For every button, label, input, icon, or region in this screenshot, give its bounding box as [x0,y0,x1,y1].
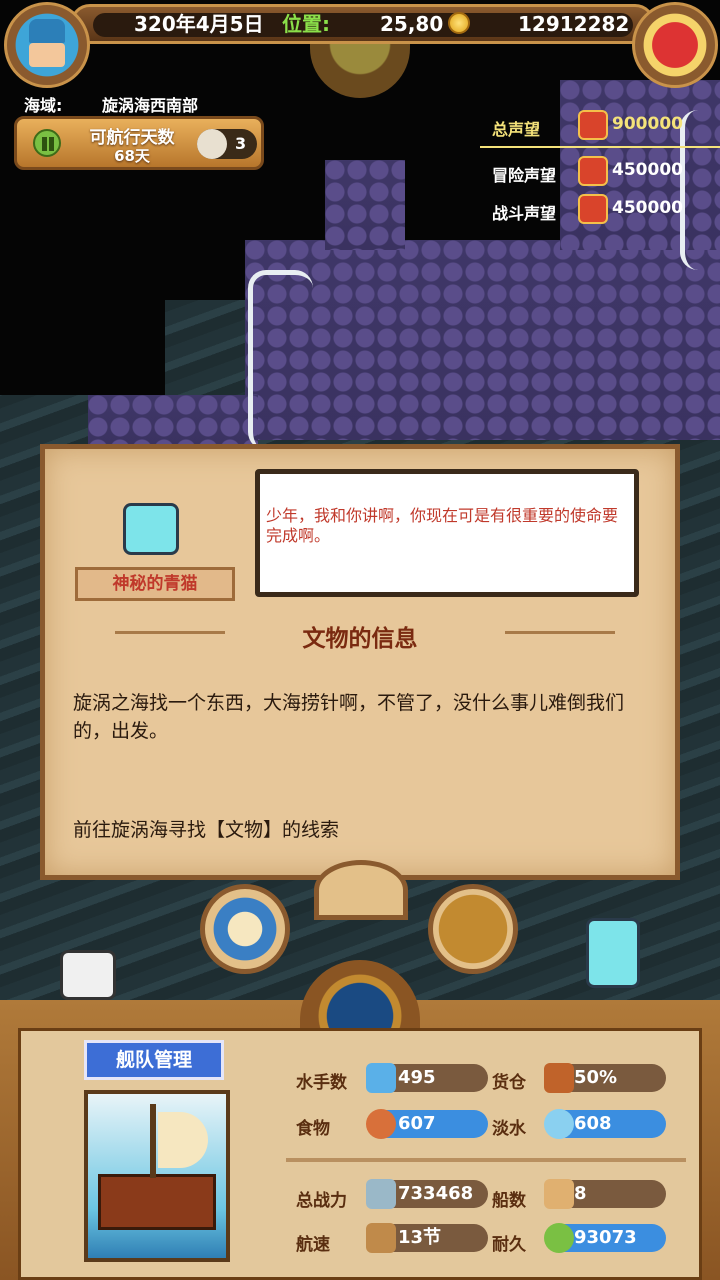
battle-reputation-label: 战斗声望 [492,204,557,223]
compass-count: 3 [235,134,247,153]
world-map-button[interactable] [428,884,518,974]
forest-island-west [88,395,258,445]
position-value: 25,80 [380,12,444,36]
speed-label: 航速 [296,1235,330,1255]
ship-sail-icon [158,1112,208,1168]
meat-icon [366,1109,396,1139]
quest-objective: 前往旋涡海寻找【文物】的线索 [73,819,340,841]
anchor-button[interactable] [314,860,408,920]
ship-mast-icon [150,1104,156,1178]
speech-bubble: 少年，我和你讲啊，你现在可是有很重要的使命要完成啊。 [255,469,639,597]
speaker-name-box: 神秘的青猫 [75,567,235,601]
player-avatar[interactable] [4,2,90,88]
sailboat-icon [366,1223,396,1253]
adventure-reputation-value: 450000 [612,160,683,180]
stats-divider [286,1158,686,1162]
speech-text: 少年，我和你讲啊，你现在可是有很重要的使命要完成啊。 [266,506,619,545]
total-reputation-icon [578,110,608,140]
sail-days-panel: 可航行天数 68天 3 [14,116,264,170]
power-value: 733468 [398,1183,474,1204]
sailors-value: 495 [398,1067,436,1088]
total-reputation-label: 总声望 [492,120,541,139]
globe-ornament [310,38,410,98]
repair-icon [544,1223,574,1253]
white-cube-mascot[interactable] [60,950,116,1000]
water-jug-icon [544,1109,574,1139]
sailors-label: 水手数 [296,1073,347,1093]
speed-value: 13节 [398,1227,442,1248]
ships-value: 8 [574,1183,587,1204]
date-text: 320年4月5日 [134,12,264,36]
telescope-button[interactable] [200,884,290,974]
water-label: 淡水 [492,1119,526,1139]
compass-icon [197,129,227,159]
forest-island [245,240,720,440]
cargo-label: 货仓 [492,1073,526,1093]
treasure-chest-button[interactable] [632,2,718,88]
durability-label: 耐久 [492,1235,526,1255]
ships-label: 船数 [492,1191,526,1211]
gold-value: 12912282 [518,12,630,36]
map-void-left2 [0,240,165,395]
battle-reputation-value: 450000 [612,198,683,218]
cargo-value: 50% [574,1067,618,1088]
quest-dialog[interactable]: 少年，我和你讲啊，你现在可是有很重要的使命要完成啊。 神秘的青猫 文物的信息 旋… [40,444,680,880]
crate-icon [544,1063,574,1093]
power-label: 总战力 [296,1191,347,1211]
region-label: 海域: [24,96,63,115]
sailor-icon [366,1063,396,1093]
dialog-title: 文物的信息 [302,626,418,652]
snow-coast [248,270,313,450]
battle-reputation-icon [578,194,608,224]
speaker-name: 神秘的青猫 [112,574,198,594]
face-icon [29,43,65,67]
snow-coast-east [680,110,720,270]
adventure-reputation-label: 冒险声望 [492,166,557,185]
food-value: 607 [398,1113,436,1134]
blue-cat-mascot[interactable] [586,918,640,988]
durability-value: 93073 [574,1227,637,1248]
sail-days-value: 68天 [114,147,150,165]
region-name: 旋涡海西南部 [102,96,199,115]
gold-coin-icon [448,12,470,34]
ship-count-icon [544,1179,574,1209]
reputation-divider [480,146,720,148]
adventure-reputation-icon [578,156,608,186]
bandana-icon [29,19,65,43]
water-value: 608 [574,1113,612,1134]
blue-cat-icon [123,503,179,555]
forest-island-north [325,160,405,250]
food-label: 食物 [296,1119,330,1139]
compass-counter[interactable]: 3 [197,129,257,159]
ship-portrait[interactable] [84,1090,230,1262]
dialog-body: 旋涡之海找一个东西，大海捞针啊，不管了，没什么事儿难倒我们的，出发。 [73,692,625,742]
crossed-swords-icon [366,1179,396,1209]
pause-button[interactable] [33,129,61,157]
fleet-title[interactable]: 舰队管理 [84,1040,224,1080]
position-label: 位置: [282,12,330,36]
total-reputation-value: 900000 [612,114,683,134]
ship-hull-icon [98,1174,216,1230]
